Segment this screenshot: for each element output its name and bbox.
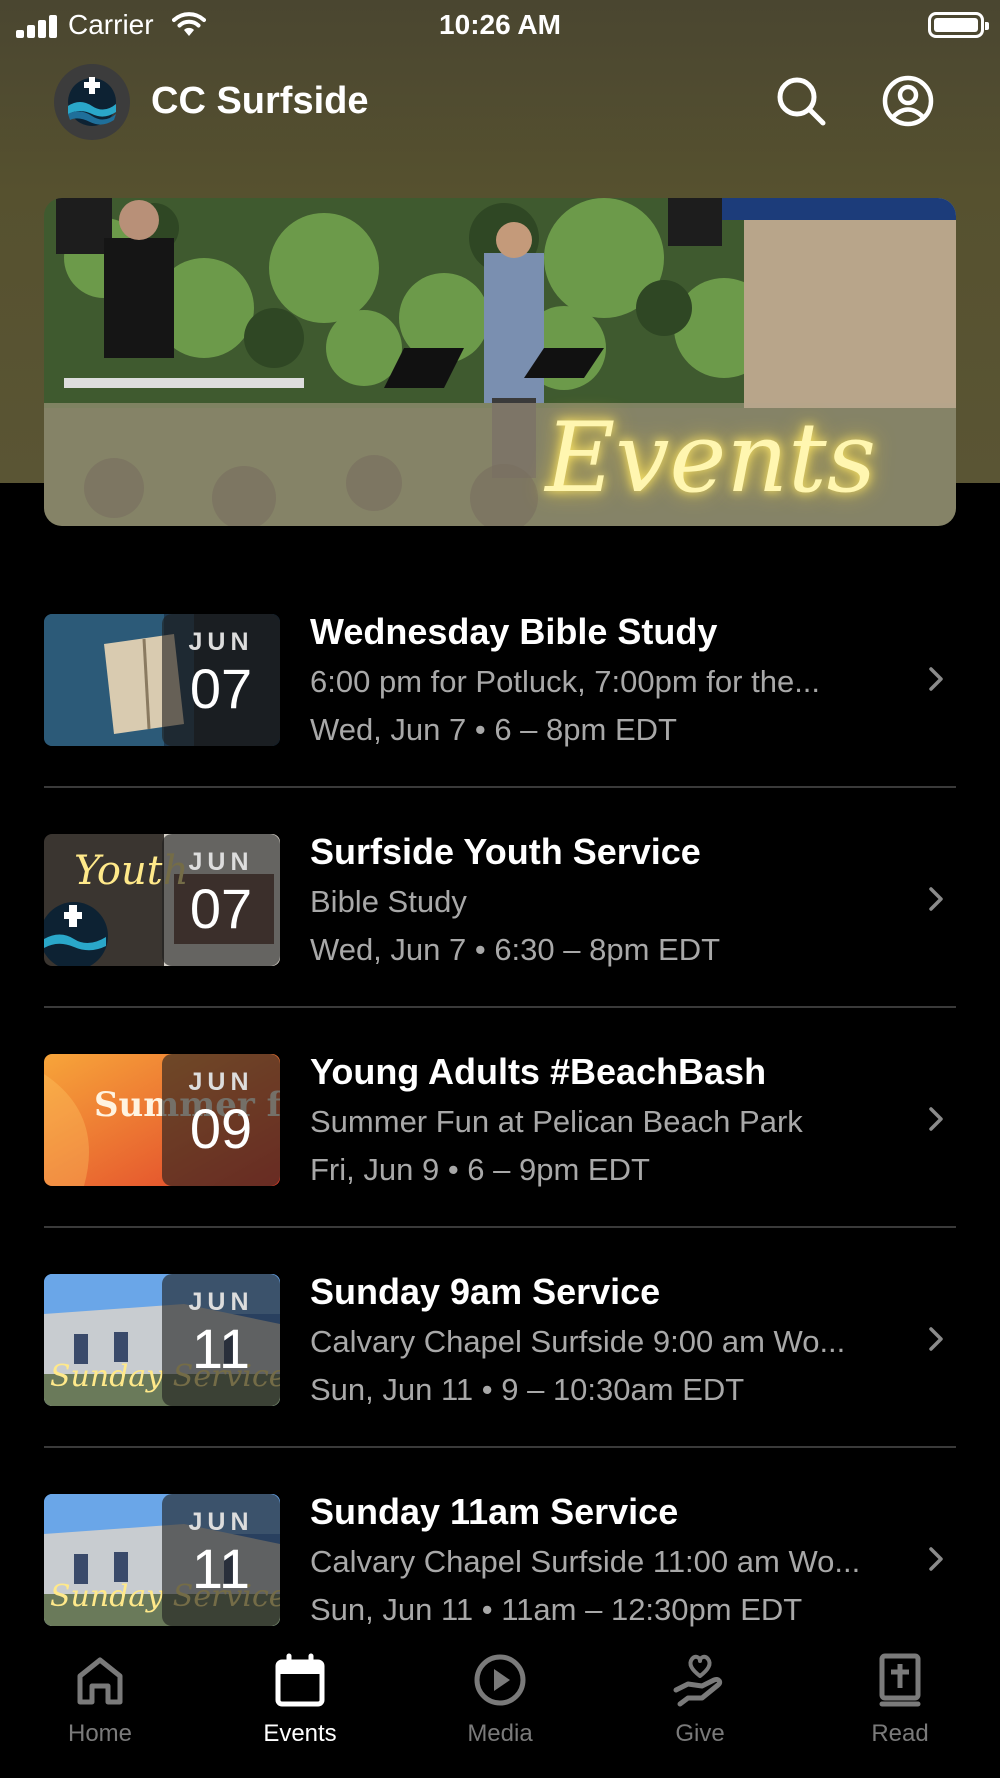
tab-label: Give bbox=[675, 1720, 725, 1747]
date-day: 07 bbox=[189, 877, 253, 940]
chevron-right-icon bbox=[929, 667, 943, 691]
calendar-icon bbox=[275, 1653, 325, 1707]
event-title: Sunday 11am Service bbox=[310, 1491, 679, 1532]
church-logo[interactable] bbox=[54, 64, 130, 140]
date-month: JUN bbox=[188, 628, 254, 656]
date-month: JUN bbox=[188, 1068, 254, 1096]
event-subtitle: 6:00 pm for Potluck, 7:00pm for the... bbox=[310, 664, 821, 699]
date-month: JUN bbox=[188, 848, 254, 876]
event-title: Sunday 9am Service bbox=[310, 1271, 661, 1312]
tab-label: Events bbox=[263, 1720, 337, 1747]
home-icon bbox=[77, 1657, 123, 1705]
event-subtitle: Calvary Chapel Surfside 11:00 am Wo... bbox=[310, 1544, 861, 1579]
status-time: 10:26 AM bbox=[439, 9, 561, 40]
date-day: 11 bbox=[191, 1537, 251, 1600]
divider bbox=[44, 1006, 956, 1008]
account-icon[interactable] bbox=[881, 74, 935, 128]
status-bar: Carrier 10:26 AM bbox=[0, 0, 1000, 52]
play-icon bbox=[474, 1654, 526, 1706]
tab-events[interactable]: Events bbox=[200, 1640, 400, 1778]
tab-home[interactable]: Home bbox=[0, 1640, 200, 1778]
tab-label: Home bbox=[67, 1720, 133, 1747]
event-time: Wed, Jun 7 • 6 – 8pm EDT bbox=[310, 712, 677, 747]
divider bbox=[44, 1226, 956, 1228]
events-banner: Events bbox=[44, 198, 956, 526]
chevron-right-icon bbox=[929, 887, 943, 911]
date-badge: JUN 11 bbox=[162, 1494, 280, 1626]
event-subtitle: Calvary Chapel Surfside 9:00 am Wo... bbox=[310, 1324, 846, 1359]
date-day: 09 bbox=[189, 1097, 253, 1160]
give-icon bbox=[673, 1654, 723, 1707]
date-badge: JUN 11 bbox=[162, 1274, 280, 1406]
tab-give[interactable]: Give bbox=[600, 1640, 800, 1778]
event-time: Wed, Jun 7 • 6:30 – 8pm EDT bbox=[310, 932, 721, 967]
tab-media[interactable]: Media bbox=[400, 1640, 600, 1778]
date-badge: JUN 07 bbox=[162, 834, 280, 966]
bible-icon bbox=[879, 1653, 921, 1707]
event-time: Sun, Jun 11 • 11am – 12:30pm EDT bbox=[310, 1592, 803, 1627]
event-subtitle: Bible Study bbox=[310, 884, 467, 919]
chevron-right-icon bbox=[929, 1107, 943, 1131]
chevron-right-icon bbox=[929, 1547, 943, 1571]
date-day: 11 bbox=[191, 1317, 251, 1380]
tab-read[interactable]: Read bbox=[800, 1640, 1000, 1778]
chevron-right-icon bbox=[929, 1327, 943, 1351]
event-title: Young Adults #BeachBash bbox=[310, 1051, 767, 1092]
event-time: Sun, Jun 11 • 9 – 10:30am EDT bbox=[310, 1372, 745, 1407]
date-month: JUN bbox=[188, 1288, 254, 1316]
battery-icon bbox=[928, 12, 989, 38]
tab-label: Media bbox=[467, 1720, 533, 1747]
event-time: Fri, Jun 9 • 6 – 9pm EDT bbox=[310, 1152, 650, 1187]
banner-title: Events bbox=[545, 402, 876, 514]
event-title: Surfside Youth Service bbox=[310, 831, 701, 872]
date-month: JUN bbox=[188, 1508, 254, 1536]
search-icon[interactable] bbox=[774, 74, 828, 128]
date-badge: JUN 09 bbox=[162, 1054, 280, 1186]
app-title: CC Surfside bbox=[151, 80, 369, 122]
date-badge: JUN 07 bbox=[162, 614, 280, 746]
divider bbox=[44, 1446, 956, 1448]
app-header: CC Surfside bbox=[0, 60, 1000, 140]
tab-label: Read bbox=[871, 1720, 929, 1747]
date-day: 07 bbox=[189, 657, 253, 720]
event-title: Wednesday Bible Study bbox=[310, 611, 718, 652]
tab-bar: Home Events Media Give Read bbox=[0, 1640, 1000, 1778]
divider bbox=[44, 786, 956, 788]
event-subtitle: Summer Fun at Pelican Beach Park bbox=[310, 1104, 803, 1139]
